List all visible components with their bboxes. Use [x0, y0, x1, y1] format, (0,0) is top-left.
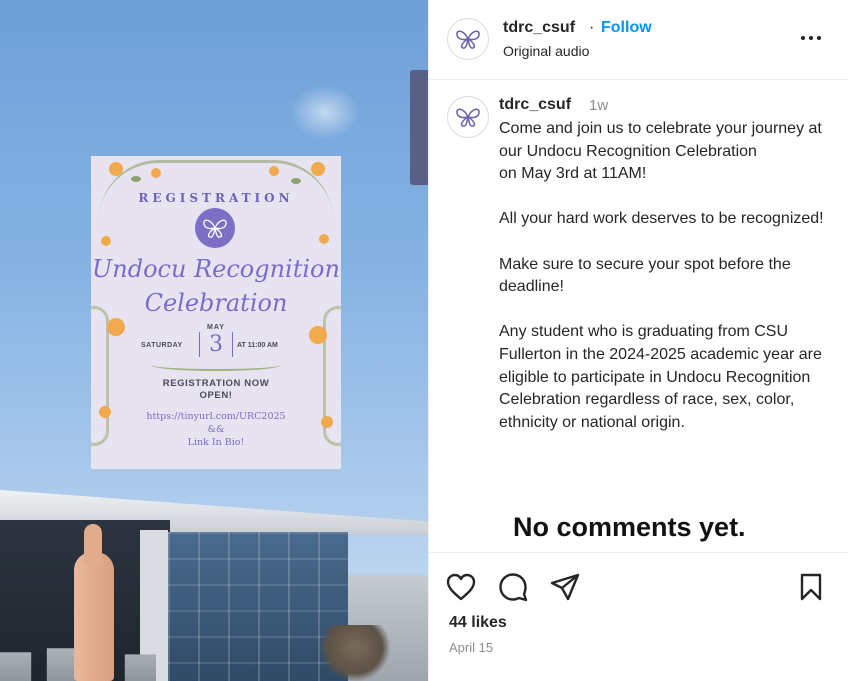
action-bar: 44 likes April 15 — [429, 552, 848, 681]
poster-link-in-bio: Link In Bio! — [187, 437, 245, 448]
butterfly-icon — [195, 208, 235, 248]
flower-decoration — [269, 166, 279, 176]
banner-edge — [410, 70, 428, 185]
post-sidebar: tdrc_csuf · Follow Original audio tdrc_c… — [428, 0, 848, 681]
cloud — [290, 85, 360, 140]
poster-title-line1: Undocu Recognition — [92, 255, 340, 283]
no-comments-message: No comments yet. — [513, 512, 746, 542]
poster-title-line2: Celebration — [144, 289, 288, 317]
hand — [74, 524, 114, 681]
poster-title: Undocu Recognition Celebration — [91, 252, 341, 320]
poster-reg-line1: REGISTRATION NOW — [162, 378, 270, 389]
post-date[interactable]: April 15 — [449, 640, 493, 655]
comment-icon[interactable] — [497, 571, 529, 603]
flower-decoration — [151, 168, 161, 178]
poster-date: MAY SATURDAY 3 AT 11:00 AM — [91, 324, 341, 364]
flower-decoration — [101, 236, 111, 246]
butterfly-icon — [456, 108, 480, 127]
avatar[interactable] — [447, 18, 489, 60]
post-caption: Come and join us to celebrate your journ… — [499, 120, 824, 431]
post-header: tdrc_csuf · Follow Original audio — [429, 0, 848, 80]
username-link[interactable]: tdrc_csuf — [503, 19, 575, 37]
separator-dot: · — [589, 19, 595, 36]
flower-decoration — [319, 234, 329, 244]
heart-icon[interactable] — [445, 571, 477, 603]
poster-link: https://tinyurl.com/URC2025 && Link In B… — [91, 410, 341, 449]
poster-reg-line2: OPEN! — [199, 390, 233, 401]
audio-link[interactable]: Original audio — [503, 43, 589, 59]
butterfly-icon — [456, 30, 480, 49]
follow-button[interactable]: Follow — [601, 19, 652, 37]
caption-avatar[interactable] — [447, 96, 489, 138]
post-media[interactable]: REGISTRATION Undocu Recognition Celebrat… — [0, 0, 428, 681]
more-options-icon[interactable] — [796, 26, 826, 50]
caption-timestamp[interactable]: 1w — [589, 97, 608, 114]
leaf-decoration — [131, 176, 141, 182]
poster-heading: REGISTRATION — [138, 191, 294, 205]
event-poster: REGISTRATION Undocu Recognition Celebrat… — [91, 156, 341, 469]
poster-weekday: SATURDAY — [141, 342, 183, 349]
likes-count[interactable]: 44 likes — [449, 614, 507, 632]
poster-month: MAY — [207, 324, 225, 331]
tree — [320, 625, 390, 681]
flower-decoration — [109, 162, 123, 176]
poster-url: https://tinyurl.com/URC2025 — [146, 411, 286, 422]
poster-amp: && — [207, 424, 225, 435]
caption-username[interactable]: tdrc_csuf — [499, 96, 571, 114]
share-icon[interactable] — [549, 571, 581, 603]
flower-decoration — [311, 162, 325, 176]
poster-time: AT 11:00 AM — [237, 342, 278, 349]
wreath-decoration — [151, 359, 281, 371]
poster-registration: REGISTRATION NOW OPEN! — [91, 378, 341, 402]
poster-day: 3 — [199, 332, 233, 357]
leaf-decoration — [291, 178, 301, 184]
bookmark-icon[interactable] — [795, 571, 827, 603]
